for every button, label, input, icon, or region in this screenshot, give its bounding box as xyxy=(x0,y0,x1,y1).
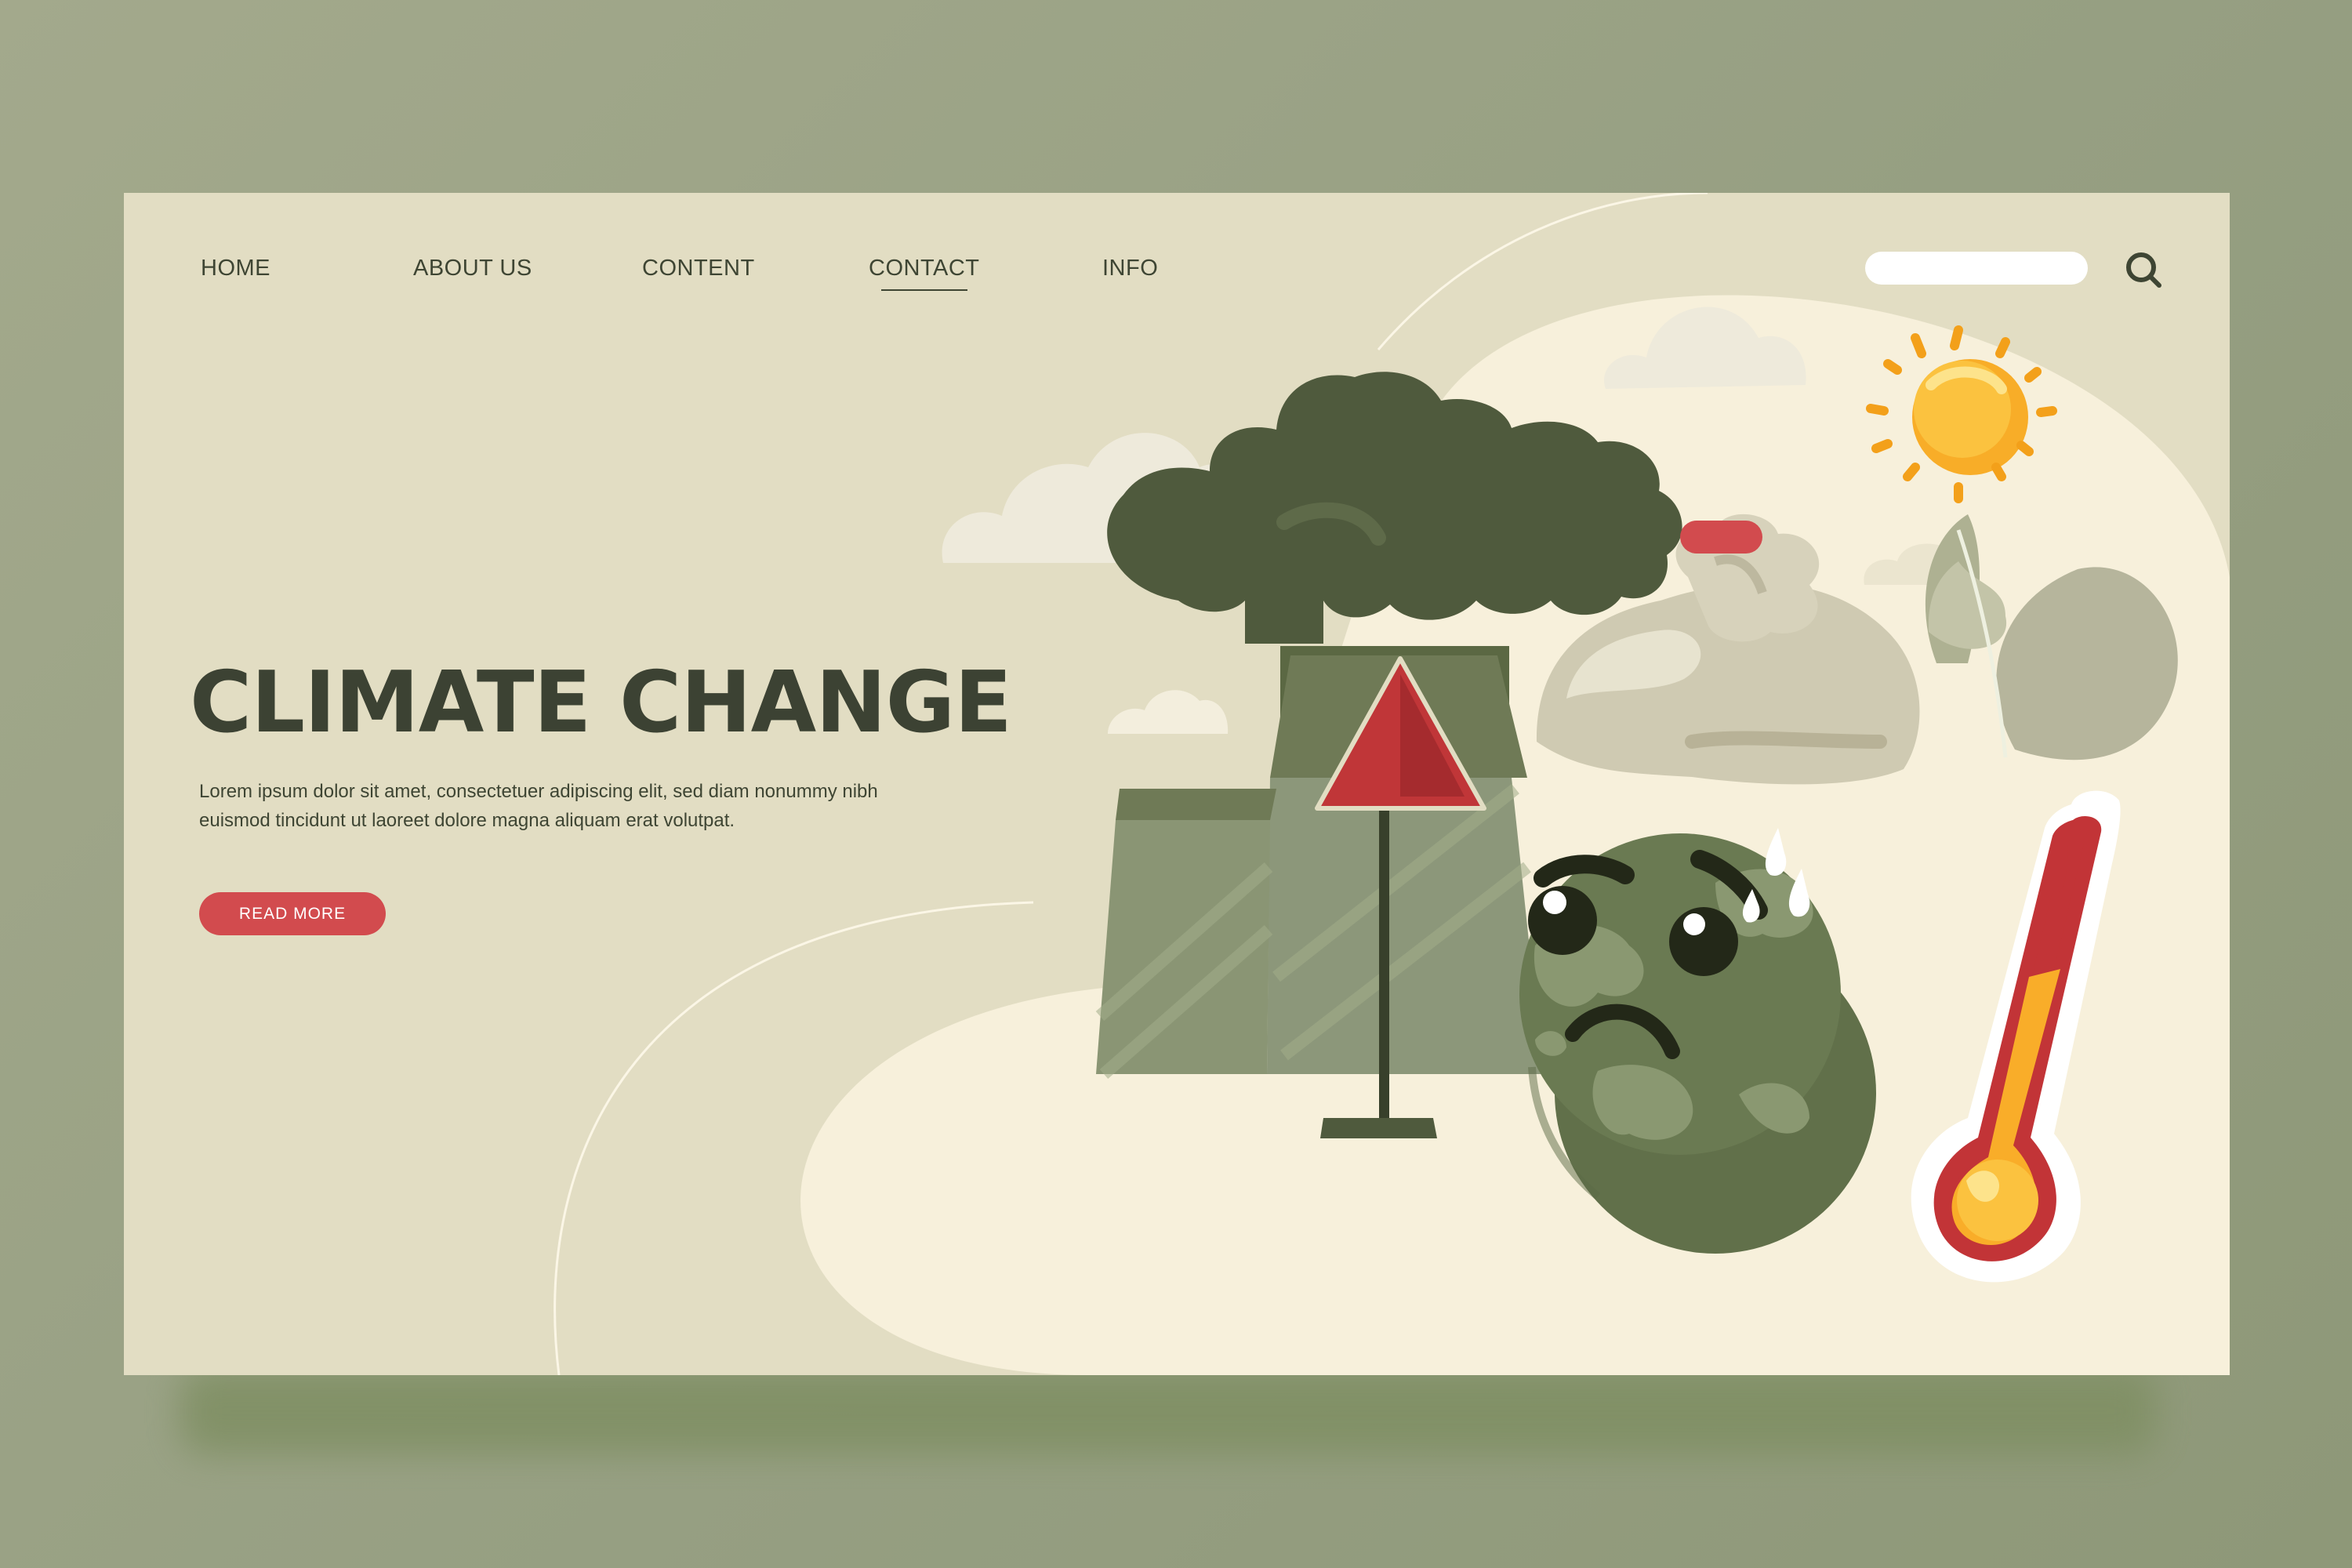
hero-description: Lorem ipsum dolor sit amet, consectetuer… xyxy=(199,781,878,831)
sun-icon xyxy=(1866,325,2057,503)
read-more-button[interactable]: READ MORE xyxy=(199,892,386,935)
top-navigation: HOME ABOUT US CONTENT CONTACT INFO xyxy=(124,193,2230,318)
nav-item-info[interactable]: INFO xyxy=(1102,256,1158,281)
nav-item-contact[interactable]: CONTACT xyxy=(869,256,980,291)
thermometer-icon xyxy=(1911,790,2121,1283)
factory-icon xyxy=(1095,646,1543,1080)
nav-item-about-us[interactable]: ABOUT US xyxy=(413,256,532,281)
sad-earth-icon xyxy=(1519,828,1876,1254)
active-nav-underline xyxy=(881,289,967,291)
smoke-cloud-icon xyxy=(1107,372,1682,644)
search-input[interactable] xyxy=(1865,252,2088,285)
nav-item-content[interactable]: CONTENT xyxy=(642,256,755,281)
search-icon[interactable] xyxy=(2123,249,2165,292)
nav-item-contact-label: CONTACT xyxy=(869,256,980,281)
landing-page-card: HOME ABOUT US CONTENT CONTACT INFO CLIMA… xyxy=(124,193,2230,1375)
page-title: CLIMATE CHANGE xyxy=(190,654,1012,752)
nav-item-home[interactable]: HOME xyxy=(201,256,270,281)
card-shadow xyxy=(180,1368,2156,1454)
leaf-icon xyxy=(1925,514,2178,760)
